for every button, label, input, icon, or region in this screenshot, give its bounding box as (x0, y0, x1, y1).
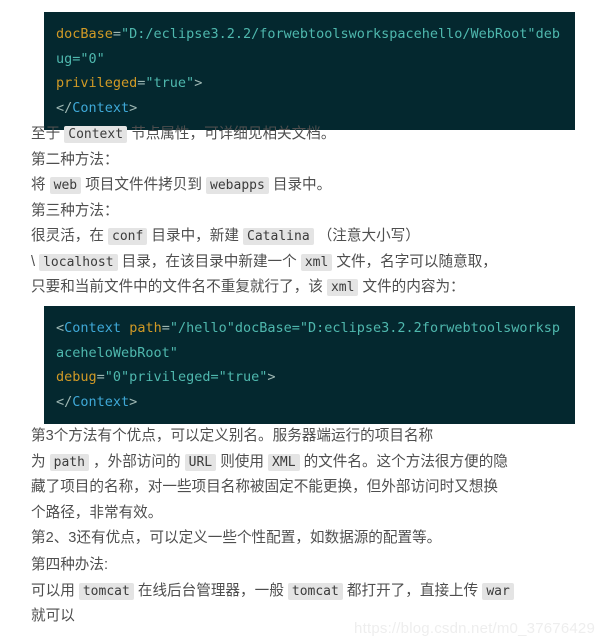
prose-block-methods-two-three: 至于 Context 节点属性，可详细见相关文档。 第二种方法：将 web 项目文… (31, 122, 591, 301)
paragraph-line: 个路径，非常有效。 (31, 501, 591, 527)
text-run: ，外部访问的 (88, 453, 185, 470)
text-run: 文件，名字可以随意取， (332, 253, 497, 270)
text-run: 很灵活，在 (31, 228, 109, 244)
csdn-watermark-url: https://blog.csdn.net/m0_37676429 (354, 620, 595, 637)
code-token-punct: < (56, 320, 65, 336)
text-run: 可以用 (31, 582, 79, 599)
inline-code: webapps (206, 177, 269, 194)
text-run: （注意大小写） (313, 228, 420, 244)
paragraph-line: 只要和当前文件中的文件名不重复就行了，该 xml 文件的内容为： (31, 275, 591, 301)
text-run: 目录中，新建 (147, 228, 244, 244)
code-token-punct: </ (56, 393, 73, 410)
prose-block-method-three-advantages: 第3个方法有个优点，可以定义别名。服务器端运行的项目名称为 path ，外部访问… (31, 424, 591, 552)
inline-code: tomcat (78, 582, 134, 600)
text-run: 在线后台管理器，一般 (133, 582, 288, 599)
text-run: 文件的内容为： (358, 279, 465, 295)
code-line: <Context path="/hello"docBase="D:eclipse… (56, 316, 575, 341)
text-run: 就可以 (31, 608, 75, 624)
code-block-context-path: <Context path="/hello"docBase="D:eclipse… (44, 306, 575, 424)
code-line: aceheloWebRoot" (56, 341, 575, 366)
inline-code: Catalina (243, 228, 314, 245)
paragraph-line: 至于 Context 节点属性，可详细见相关文档。 (31, 122, 591, 148)
text-run: 第3个方法有个优点，可以定义别名。服务器端运行的项目名称 (31, 428, 434, 444)
article-page: docBase="D:/eclipse3.2.2/forwebtoolswork… (0, 0, 605, 640)
code-token-val: "true" (145, 75, 195, 91)
code-token-punct: > (129, 99, 138, 116)
inline-code: xml (300, 253, 333, 271)
inline-code: XML (268, 453, 300, 471)
code-token-val: "D:/eclipse3.2.2/forwebtoolsworkspacehel… (121, 26, 536, 42)
inline-code: path (49, 453, 89, 471)
code-token-punct: </ (56, 99, 73, 116)
text-run: 第三种方法： (31, 202, 119, 219)
inline-code: conf (108, 228, 148, 245)
code-token-attr: path (129, 320, 162, 336)
code-token-attr: debug (56, 369, 97, 385)
code-token-tag: Context (64, 320, 122, 336)
paragraph-line: 第二种方法： (31, 148, 591, 174)
inline-code: web (49, 177, 82, 194)
code-line: debug="0"privileged="true"> (56, 365, 575, 390)
text-run: 个路径，非常有效。 (31, 504, 163, 521)
text-run: 的文件名。这个方法很方便的隐 (299, 453, 508, 470)
text-run: 目录中。 (268, 177, 332, 193)
paragraph-line: \ localhost 目录，在该目录中新建一个 xml 文件，名字可以随意取， (31, 250, 591, 276)
code-token-attr: privileged (56, 75, 138, 91)
text-run: 藏了项目的名称，对一些项目名称被固定不能更换，但外部访问时又想换 (31, 479, 499, 495)
text-run: 都打开了，直接上传 (342, 582, 483, 599)
paragraph-line: 可以用 tomcat 在线后台管理器，一般 tomcat 都打开了，直接上传 w… (31, 579, 591, 605)
code-token-val: deb (535, 26, 560, 42)
text-run: 节点属性，可详细见相关文档。 (127, 126, 336, 142)
code-token-punct: = (96, 369, 105, 385)
code-line: ug="0" (56, 47, 575, 72)
text-run: 则使用 (216, 453, 269, 470)
code-token-attr: docBase (56, 26, 113, 42)
text-run: 第2、3还有优点，可以定义一些个性配置，如数据源的配置等。 (31, 530, 442, 546)
paragraph-line: 第四种办法: (31, 553, 591, 579)
code-line: </Context> (56, 390, 575, 415)
inline-code: localhost (39, 253, 118, 271)
paragraph-line: 将 web 项目文件件拷贝到 webapps 目录中。 (31, 173, 591, 199)
code-token-val: aceheloWebRoot" (56, 344, 178, 361)
inline-code: tomcat (287, 582, 343, 600)
paragraph-line: 第3个方法有个优点，可以定义别名。服务器端运行的项目名称 (31, 424, 591, 450)
code-token-val: docBase="D:eclipse3.2.2forwebtoolsworksp (234, 320, 560, 336)
code-line: docBase="D:/eclipse3.2.2/forwebtoolswork… (56, 22, 575, 47)
inline-code: xml (326, 279, 359, 296)
code-token-val: "0" (104, 369, 130, 385)
code-token-tag: Context (72, 393, 130, 410)
code-token-punct: > (194, 75, 203, 91)
text-run: 将 (31, 177, 50, 193)
code-line: privileged="true"> (56, 71, 575, 96)
text-run: 第四种办法: (31, 557, 109, 573)
code-token-punct: = (112, 26, 122, 42)
code-token-val: privileged="true" (129, 369, 268, 385)
code-token-tag: Context (72, 99, 130, 116)
paragraph-line: 藏了项目的名称，对一些项目名称被固定不能更换，但外部访问时又想换 (31, 475, 591, 501)
paragraph-line: 很灵活，在 conf 目录中，新建 Catalina （注意大小写） (31, 224, 591, 250)
text-run: 至于 (31, 126, 65, 142)
code-token-punct: > (267, 369, 276, 385)
code-token-punct: > (129, 393, 138, 410)
text-run: 项目文件件拷贝到 (81, 177, 207, 193)
text-run: 只要和当前文件中的文件名不重复就行了，该 (31, 279, 327, 295)
text-run: 目录，在该目录中新建一个 (117, 253, 301, 270)
code-line: </Context> (56, 96, 575, 121)
code-token-val: ug="0" (56, 50, 105, 67)
inline-code: Context (64, 126, 128, 143)
text-run: \ (31, 253, 40, 270)
paragraph-line: 为 path ，外部访问的 URL 则使用 XML 的文件名。这个方法很方便的隐 (31, 450, 591, 476)
code-block-context-attributes: docBase="D:/eclipse3.2.2/forwebtoolswork… (44, 12, 575, 130)
text-run: 第二种方法： (31, 151, 119, 168)
code-token-val: "/hello" (169, 320, 235, 336)
paragraph-line: 第三种方法： (31, 199, 591, 225)
inline-code: URL (184, 453, 217, 471)
text-run: 为 (31, 453, 50, 470)
paragraph-line: 第2、3还有优点，可以定义一些个性配置，如数据源的配置等。 (31, 526, 591, 552)
code-token-punct: = (161, 320, 170, 336)
prose-block-method-four: 第四种办法: 可以用 tomcat 在线后台管理器，一般 tomcat 都打开了，… (31, 553, 591, 630)
inline-code: war (482, 582, 514, 600)
